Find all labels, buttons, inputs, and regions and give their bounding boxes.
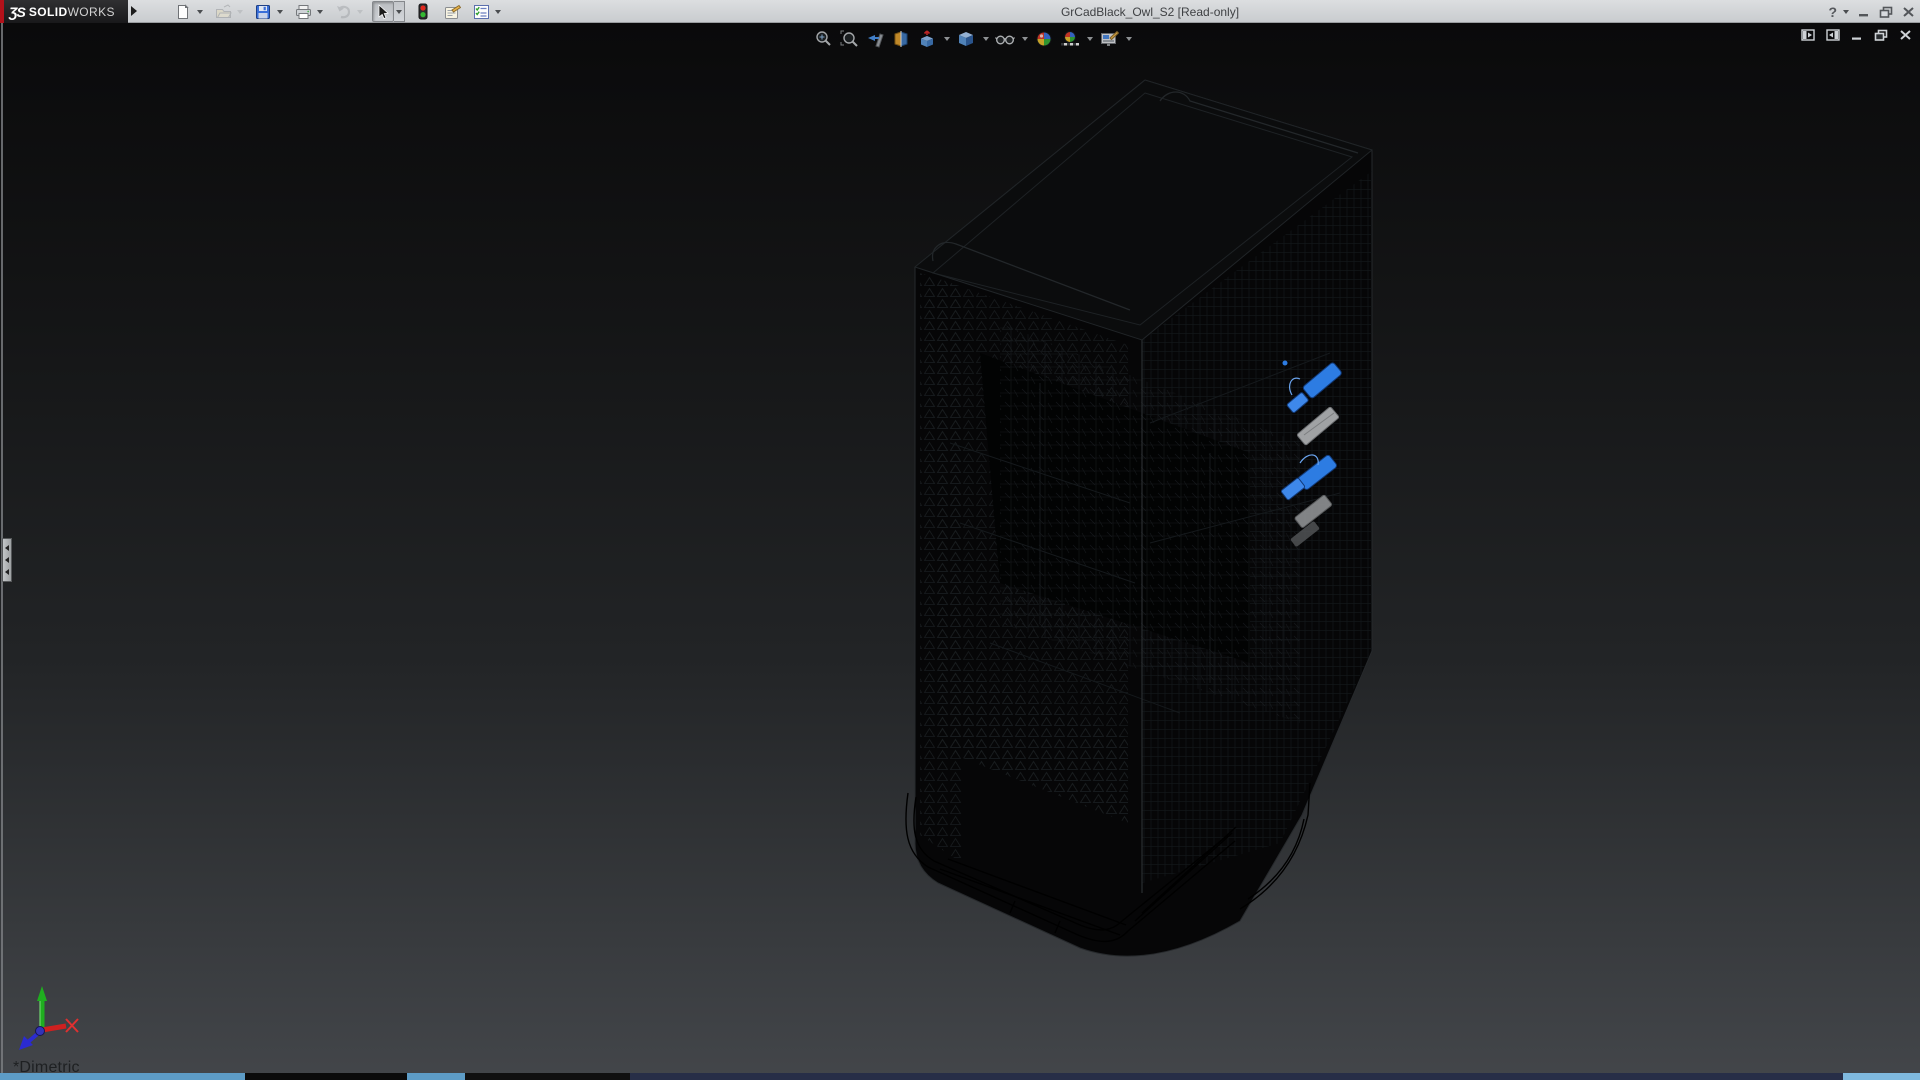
edit-appearance-button[interactable] [1033, 28, 1055, 50]
hide-show-dropdown[interactable] [1020, 37, 1029, 41]
solidworks-logo: ƷS SOLIDWORKS [0, 0, 128, 23]
doc-minimize-button[interactable] [1851, 29, 1863, 41]
checklist-icon [473, 4, 490, 20]
section-view-icon [892, 30, 910, 48]
titlebar: ƷS SOLIDWORKS [0, 0, 1920, 23]
options-button[interactable] [470, 1, 492, 22]
save-dropdown[interactable] [274, 1, 285, 22]
apply-scene-dropdown[interactable] [1085, 37, 1094, 41]
print-button[interactable] [292, 1, 314, 22]
rebuild-light-button[interactable] [412, 1, 434, 22]
solidworks-wordmark: SOLIDWORKS [29, 3, 115, 21]
print-icon [295, 4, 312, 20]
taskbar-segment[interactable] [407, 1073, 465, 1080]
traffic-light-icon [418, 3, 428, 20]
print-dropdown[interactable] [314, 1, 325, 22]
display-style-cube-icon [957, 30, 975, 48]
open-folder-icon [215, 4, 232, 20]
new-button[interactable] [172, 1, 194, 22]
logo-red-accent [0, 0, 4, 23]
zoom-fit-icon [814, 30, 832, 48]
zoom-to-fit-button[interactable] [812, 28, 834, 50]
undo-icon [335, 4, 352, 20]
annotation-button[interactable] [441, 1, 463, 22]
app-window-controls: ? [1828, 0, 1915, 23]
open-dropdown[interactable] [234, 1, 245, 22]
viewport-canvas[interactable] [0, 23, 1920, 1080]
taskbar-segment[interactable] [1843, 1073, 1920, 1080]
view-orientation-button[interactable] [916, 28, 938, 50]
main-toolbar [172, 0, 510, 23]
help-button[interactable]: ? [1828, 5, 1837, 19]
document-window-controls [1801, 29, 1912, 41]
view-settings-button[interactable] [1098, 28, 1120, 50]
select-dropdown[interactable] [394, 1, 405, 22]
eyeglasses-icon [995, 30, 1015, 48]
viewport: *Dimetric [0, 23, 1920, 1080]
view-settings-icon [1100, 30, 1119, 48]
display-style-button[interactable] [955, 28, 977, 50]
close-icon [1902, 6, 1915, 18]
save-floppy-icon [255, 4, 271, 20]
help-dropdown[interactable] [1843, 10, 1849, 14]
undo-button[interactable] [332, 1, 354, 22]
minimize-icon [1858, 6, 1870, 18]
triad-origin [36, 1027, 45, 1036]
doc-close-button[interactable] [1899, 29, 1912, 41]
view-settings-dropdown[interactable] [1124, 37, 1133, 41]
solidworks-glyph: ƷS [9, 4, 25, 20]
open-button[interactable] [212, 1, 234, 22]
app-close-button[interactable] [1902, 6, 1915, 18]
taskbar-strip [0, 1073, 1920, 1080]
select-arrow-icon [376, 4, 390, 20]
window-title: GrCadBlack_Owl_S2 [Read-only] [1061, 0, 1239, 23]
taskbar-segment[interactable] [465, 1073, 630, 1080]
save-button[interactable] [252, 1, 274, 22]
doc-restore-button[interactable] [1874, 29, 1888, 41]
previous-view-icon [866, 30, 884, 48]
taskbar-segment[interactable] [630, 1073, 1843, 1080]
apply-scene-button[interactable] [1059, 28, 1081, 50]
scene-sphere-icon [1060, 30, 1080, 48]
undo-dropdown[interactable] [354, 1, 365, 22]
left-lattice-column [920, 273, 962, 863]
zoom-area-icon [840, 30, 858, 48]
app-restore-button[interactable] [1879, 6, 1893, 18]
taskbar-segment[interactable] [0, 1073, 245, 1080]
options-dropdown[interactable] [492, 1, 503, 22]
section-view-button[interactable] [890, 28, 912, 50]
new-dropdown[interactable] [194, 1, 205, 22]
display-style-dropdown[interactable] [981, 37, 990, 41]
view-cube-icon [918, 30, 936, 48]
hide-show-items-button[interactable] [994, 28, 1016, 50]
triad-x-axis [42, 1026, 66, 1030]
menu-flyout-arrow-icon[interactable] [131, 6, 137, 16]
previous-view-button[interactable] [864, 28, 886, 50]
appearance-sphere-icon [1035, 30, 1053, 48]
new-document-icon [175, 4, 191, 20]
restore-icon [1879, 6, 1893, 18]
heads-up-view-toolbar [812, 28, 1133, 50]
computer-tower-wireframe-model[interactable] [906, 80, 1372, 956]
select-button[interactable] [372, 1, 394, 22]
solidworks-app: ƷS SOLIDWORKS [0, 0, 1920, 1080]
view-orientation-dropdown[interactable] [942, 37, 951, 41]
zoom-to-area-button[interactable] [838, 28, 860, 50]
taskbar-segment[interactable] [245, 1073, 407, 1080]
app-minimize-button[interactable] [1858, 6, 1870, 18]
note-pencil-icon [444, 4, 461, 20]
show-left-pane-button[interactable] [1801, 29, 1815, 41]
orientation-triad[interactable] [19, 986, 78, 1050]
show-right-pane-button[interactable] [1826, 29, 1840, 41]
